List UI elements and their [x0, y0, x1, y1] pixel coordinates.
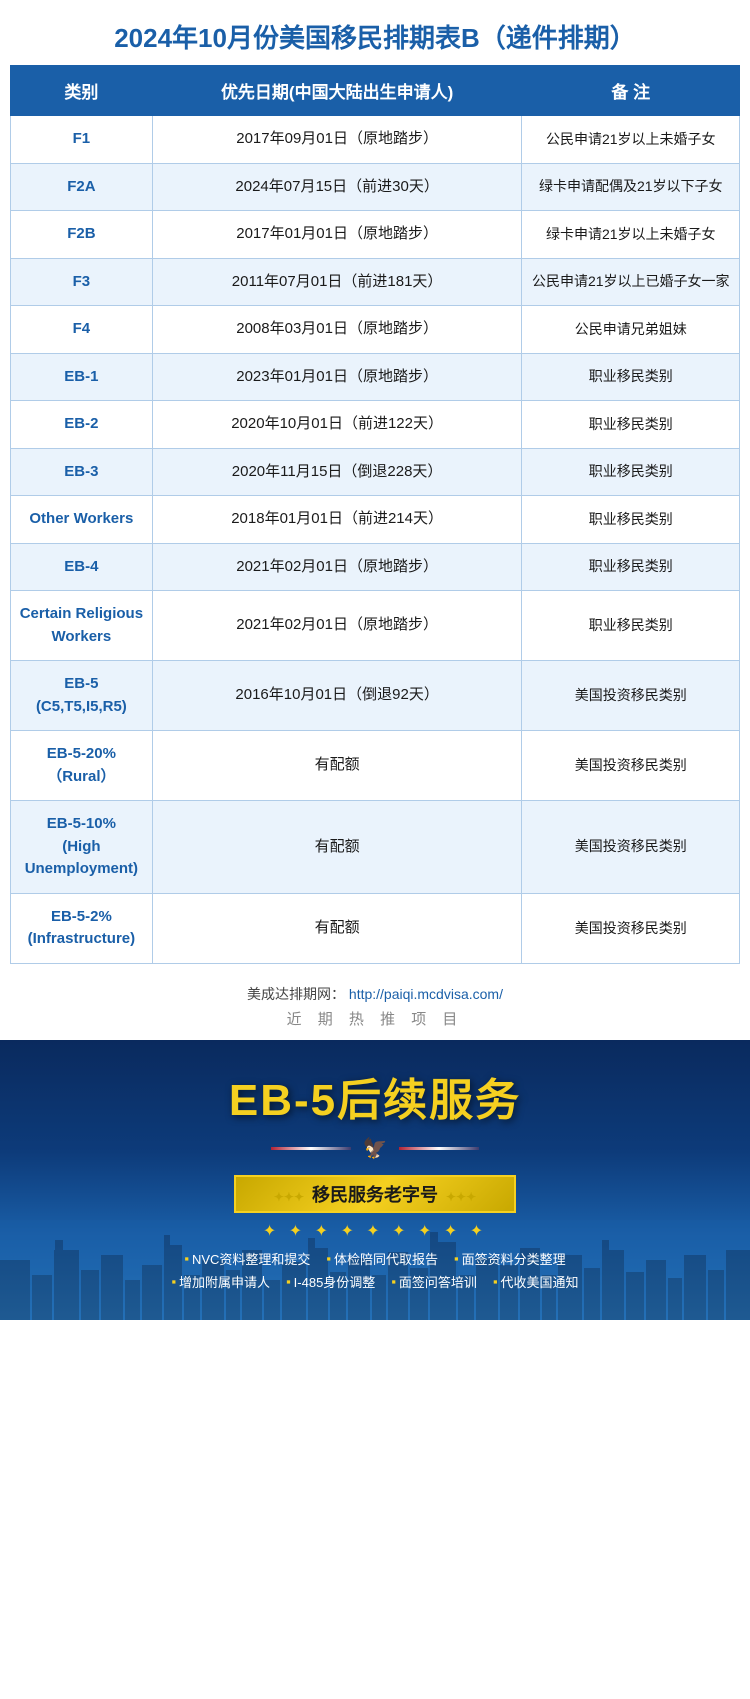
- cell-date: 2017年09月01日（原地踏步）: [152, 116, 522, 164]
- cell-date: 2021年02月01日（原地踏步）: [152, 543, 522, 591]
- table-row: F2A2024年07月15日（前进30天）绿卡申请配偶及21岁以下子女: [11, 163, 740, 211]
- table-row: EB-5-2% (Infrastructure)有配额美国投资移民类别: [11, 893, 740, 963]
- cell-date: 2017年01月01日（原地踏步）: [152, 211, 522, 259]
- cell-category: Other Workers: [11, 496, 153, 544]
- col-note: 备 注: [522, 66, 740, 116]
- cell-category: EB-3: [11, 448, 153, 496]
- cell-note: 职业移民类别: [522, 496, 740, 544]
- feature-4: 增加附属申请人: [171, 1272, 270, 1291]
- cell-note: 公民申请21岁以上未婚子女: [522, 116, 740, 164]
- banner-divider: ✦ ✦ ✦ ✦ ✦ ✦ ✦ ✦ ✦: [20, 1221, 730, 1241]
- banner-features-row1: NVC资料整理和提交 体检陪同代取报告 面签资料分类整理: [20, 1249, 730, 1268]
- footer-hot: 近 期 热 推 项 目: [0, 1008, 750, 1029]
- cell-date: 2016年10月01日（倒退92天）: [152, 661, 522, 731]
- table-row: EB-5-20% （Rural）有配额美国投资移民类别: [11, 731, 740, 801]
- cell-date: 有配额: [152, 893, 522, 963]
- banner-content: EB-5后续服务 🦅 移民服务老字号 ✦ ✦ ✦ ✦ ✦ ✦ ✦ ✦ ✦ NVC…: [20, 1064, 730, 1291]
- cell-note: 职业移民类别: [522, 353, 740, 401]
- cell-note: 职业移民类别: [522, 543, 740, 591]
- cell-note: 绿卡申请配偶及21岁以下子女: [522, 163, 740, 211]
- main-title: 2024年10月份美国移民排期表B（递件排期）: [10, 18, 740, 55]
- cell-category: EB-5-20% （Rural）: [11, 731, 153, 801]
- cell-note: 公民申请兄弟姐妹: [522, 306, 740, 354]
- cell-category: F2B: [11, 211, 153, 259]
- table-wrapper: 类别 优先日期(中国大陆出生申请人) 备 注 F12017年09月01日（原地踏…: [0, 65, 750, 974]
- bottom-banner: EB-5后续服务 🦅 移民服务老字号 ✦ ✦ ✦ ✦ ✦ ✦ ✦ ✦ ✦ NVC…: [0, 1040, 750, 1320]
- table-row: F32011年07月01日（前进181天）公民申请21岁以上已婚子女一家: [11, 258, 740, 306]
- cell-note: 美国投资移民类别: [522, 801, 740, 894]
- feature-5: I-485身份调整: [286, 1272, 375, 1291]
- cell-category: F3: [11, 258, 153, 306]
- cell-category: EB-5-2% (Infrastructure): [11, 893, 153, 963]
- table-row: EB-5-10% (High Unemployment)有配额美国投资移民类别: [11, 801, 740, 894]
- col-date: 优先日期(中国大陆出生申请人): [152, 66, 522, 116]
- cell-date: 2011年07月01日（前进181天）: [152, 258, 522, 306]
- table-row: EB-22020年10月01日（前进122天）职业移民类别: [11, 401, 740, 449]
- banner-title-main: EB-5后续服务: [20, 1064, 730, 1128]
- cell-date: 2020年10月01日（前进122天）: [152, 401, 522, 449]
- cell-note: 公民申请21岁以上已婚子女一家: [522, 258, 740, 306]
- cell-date: 2020年11月15日（倒退228天）: [152, 448, 522, 496]
- website-link[interactable]: http://paiqi.mcdvisa.com/: [349, 986, 503, 1002]
- flag-line-left: [271, 1147, 351, 1150]
- cell-category: EB-5-10% (High Unemployment): [11, 801, 153, 894]
- cell-category: EB-1: [11, 353, 153, 401]
- table-row: F2B2017年01月01日（原地踏步）绿卡申请21岁以上未婚子女: [11, 211, 740, 259]
- cell-note: 职业移民类别: [522, 401, 740, 449]
- table-row: F42008年03月01日（原地踏步）公民申请兄弟姐妹: [11, 306, 740, 354]
- table-header-row: 类别 优先日期(中国大陆出生申请人) 备 注: [11, 66, 740, 116]
- cell-note: 美国投资移民类别: [522, 661, 740, 731]
- cell-date: 2023年01月01日（原地踏步）: [152, 353, 522, 401]
- cell-category: EB-5 (C5,T5,I5,R5): [11, 661, 153, 731]
- feature-7: 代收美国通知: [493, 1272, 579, 1291]
- banner-title-sub: 移民服务老字号: [234, 1175, 516, 1213]
- footer-section: 美成达排期网： http://paiqi.mcdvisa.com/ 近 期 热 …: [0, 974, 750, 1040]
- cell-date: 2018年01月01日（前进214天）: [152, 496, 522, 544]
- col-category: 类别: [11, 66, 153, 116]
- cell-note: 美国投资移民类别: [522, 731, 740, 801]
- cell-category: Certain Religious Workers: [11, 591, 153, 661]
- cell-note: 绿卡申请21岁以上未婚子女: [522, 211, 740, 259]
- cell-date: 2021年02月01日（原地踏步）: [152, 591, 522, 661]
- table-row: Other Workers2018年01月01日（前进214天）职业移民类别: [11, 496, 740, 544]
- table-row: EB-32020年11月15日（倒退228天）职业移民类别: [11, 448, 740, 496]
- flag-line-right: [399, 1147, 479, 1150]
- banner-features-row2: 增加附属申请人 I-485身份调整 面签问答培训 代收美国通知: [20, 1272, 730, 1291]
- cell-date: 2008年03月01日（原地踏步）: [152, 306, 522, 354]
- main-table: 类别 优先日期(中国大陆出生申请人) 备 注 F12017年09月01日（原地踏…: [10, 65, 740, 964]
- feature-2: 体检陪同代取报告: [326, 1249, 438, 1268]
- cell-note: 美国投资移民类别: [522, 893, 740, 963]
- table-row: EB-12023年01月01日（原地踏步）职业移民类别: [11, 353, 740, 401]
- footer-website: 美成达排期网： http://paiqi.mcdvisa.com/: [0, 984, 750, 1004]
- cell-date: 有配额: [152, 731, 522, 801]
- table-row: Certain Religious Workers2021年02月01日（原地踏…: [11, 591, 740, 661]
- cell-category: F2A: [11, 163, 153, 211]
- cell-category: F1: [11, 116, 153, 164]
- title-section: 2024年10月份美国移民排期表B（递件排期）: [0, 0, 750, 65]
- table-row: F12017年09月01日（原地踏步）公民申请21岁以上未婚子女: [11, 116, 740, 164]
- table-body: F12017年09月01日（原地踏步）公民申请21岁以上未婚子女F2A2024年…: [11, 116, 740, 964]
- banner-flag: 🦅: [20, 1136, 730, 1161]
- cell-category: EB-2: [11, 401, 153, 449]
- cell-category: F4: [11, 306, 153, 354]
- table-row: EB-42021年02月01日（原地踏步）职业移民类别: [11, 543, 740, 591]
- cell-category: EB-4: [11, 543, 153, 591]
- feature-6: 面签问答培训: [391, 1272, 477, 1291]
- cell-date: 2024年07月15日（前进30天）: [152, 163, 522, 211]
- feature-1: NVC资料整理和提交: [184, 1249, 310, 1268]
- feature-3: 面签资料分类整理: [454, 1249, 566, 1268]
- cell-note: 职业移民类别: [522, 448, 740, 496]
- cell-date: 有配额: [152, 801, 522, 894]
- cell-note: 职业移民类别: [522, 591, 740, 661]
- website-label: 美成达排期网：: [247, 986, 345, 1002]
- table-row: EB-5 (C5,T5,I5,R5)2016年10月01日（倒退92天）美国投资…: [11, 661, 740, 731]
